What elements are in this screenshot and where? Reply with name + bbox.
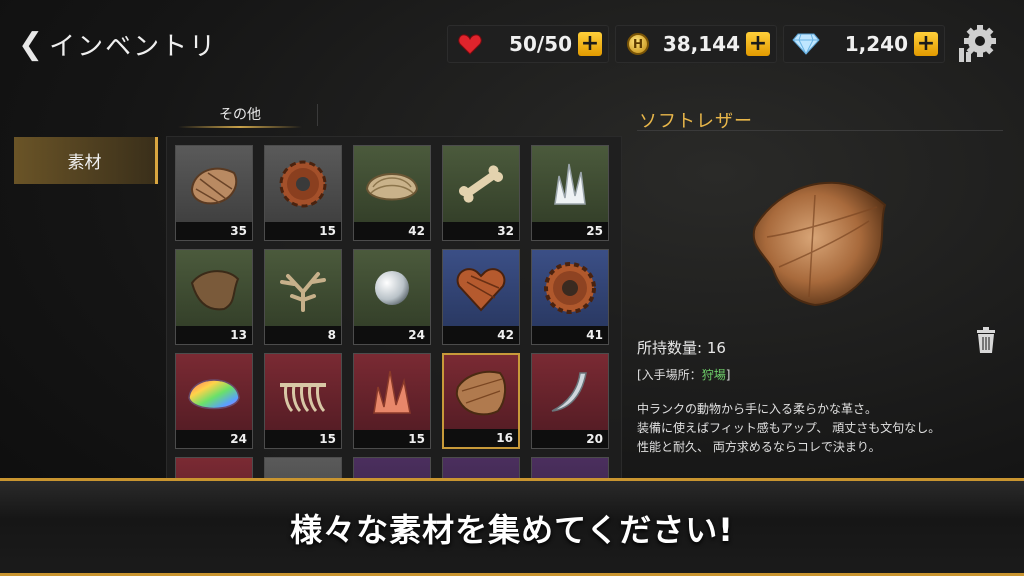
item-count: 25 — [532, 222, 608, 240]
stamina-counter: 50/50 + — [447, 25, 609, 63]
item-count: 8 — [265, 326, 341, 344]
item-count: 16 — [444, 429, 518, 447]
item-slot-heart-gem[interactable]: 42 — [442, 249, 520, 345]
description-line: 装備に使えばフィット感もアップ、 頑丈さも文句なし。 — [637, 421, 941, 435]
item-count: 24 — [354, 326, 430, 344]
item-slot-clam-shell[interactable]: 42 — [353, 145, 431, 241]
rusty-gear-icon — [265, 146, 341, 222]
banner-text: 様々な素材を集めてください! — [290, 511, 734, 549]
page-title: インベントリ — [49, 32, 218, 62]
item-slot-white-crystal[interactable]: 25 — [531, 145, 609, 241]
item-slot-pearl[interactable]: 24 — [353, 249, 431, 345]
item-count: 20 — [532, 430, 608, 448]
item-count: 15 — [354, 430, 430, 448]
item-slot-red-crystal[interactable]: 15 — [353, 353, 431, 449]
item-count: 42 — [443, 326, 519, 344]
item-slot-soft-leather[interactable]: 16 — [442, 353, 520, 449]
ribcage-icon — [265, 354, 341, 430]
soft-leather-image — [745, 175, 895, 315]
heart-icon — [456, 30, 484, 58]
add-diamond-button[interactable]: + — [914, 32, 938, 56]
red-crystal-icon — [354, 354, 430, 430]
back-button[interactable]: ❮ インベントリ — [18, 26, 217, 63]
sidebar-item-materials[interactable]: 素材 — [14, 137, 158, 184]
item-detail-panel: ソフトレザー 所持数量: 16 [入手場所：狩場] 中ランクの動物から手に入る柔… — [637, 100, 1003, 470]
item-slot-bone[interactable]: 32 — [442, 145, 520, 241]
fang-icon — [532, 354, 608, 430]
add-stamina-button[interactable]: + — [578, 32, 602, 56]
item-slot-hide-scrap[interactable]: 13 — [175, 249, 253, 345]
item-count: 15 — [265, 430, 341, 448]
inventory-grid[interactable]: 35 15 42 32 25 13 8 24 42 41 24 15 15 16 20 — [166, 136, 622, 488]
rainbow-shell-icon — [176, 354, 252, 430]
diamond-counter: 1,240 + — [783, 25, 945, 63]
diamond-value: 1,240 — [844, 32, 908, 56]
antler-icon — [265, 250, 341, 326]
item-count: 35 — [176, 222, 252, 240]
item-slot-bronze-gear[interactable]: 41 — [531, 249, 609, 345]
item-slot-fang[interactable]: 20 — [531, 353, 609, 449]
white-crystal-icon — [532, 146, 608, 222]
source-suffix: ] — [725, 368, 731, 382]
gold-counter: H 38,144 + — [615, 25, 777, 63]
diamond-icon — [792, 30, 820, 58]
hide-scrap-icon — [176, 250, 252, 326]
pearl-icon — [354, 250, 430, 326]
chevron-left-icon: ❮ — [18, 26, 44, 62]
item-slot-antler[interactable]: 8 — [264, 249, 342, 345]
item-count: 24 — [176, 430, 252, 448]
shell-fragment-icon — [176, 146, 252, 222]
heart-gem-icon — [443, 250, 519, 326]
item-slot-ribcage[interactable]: 15 — [264, 353, 342, 449]
item-count: 41 — [532, 326, 608, 344]
gold-value: 38,144 — [662, 32, 740, 56]
bone-icon — [443, 146, 519, 222]
add-gold-button[interactable]: + — [746, 32, 770, 56]
promo-banner: 様々な素材を集めてください! — [0, 478, 1024, 576]
item-slot-rusty-gear[interactable]: 15 — [264, 145, 342, 241]
item-count: 32 — [443, 222, 519, 240]
soft-leather-icon — [444, 355, 518, 431]
trash-icon[interactable] — [975, 326, 997, 354]
item-count: 42 — [354, 222, 430, 240]
item-description: 中ランクの動物から手に入る柔らかな革さ。 装備に使えばフィット感もアップ、 頑丈… — [637, 400, 1003, 457]
description-line: 性能と耐久、 両方求めるならコレで決まり。 — [637, 440, 881, 454]
coin-icon: H — [624, 30, 652, 58]
tab-divider — [317, 104, 318, 126]
tab-other[interactable]: その他 — [170, 104, 310, 128]
tab-bar: その他 — [170, 104, 320, 128]
settings-gear-icon[interactable] — [955, 20, 1001, 66]
item-slot-shell-fragment[interactable]: 35 — [175, 145, 253, 241]
item-count: 15 — [265, 222, 341, 240]
source-place: 狩場 — [701, 368, 726, 382]
clam-shell-icon — [354, 146, 430, 222]
item-count: 13 — [176, 326, 252, 344]
stamina-value: 50/50 — [509, 32, 572, 56]
top-bar: ❮ インベントリ 50/50 + H 38,144 + 1,240 + — [0, 0, 1024, 90]
item-slot-rainbow-shell[interactable]: 24 — [175, 353, 253, 449]
item-source: [入手場所：狩場] — [637, 366, 730, 383]
source-prefix: [入手場所： — [637, 368, 702, 382]
bronze-gear-icon — [532, 250, 608, 326]
item-quantity: 所持数量: 16 — [637, 339, 726, 357]
description-line: 中ランクの動物から手に入る柔らかな革さ。 — [637, 402, 878, 416]
divider — [637, 130, 1003, 131]
